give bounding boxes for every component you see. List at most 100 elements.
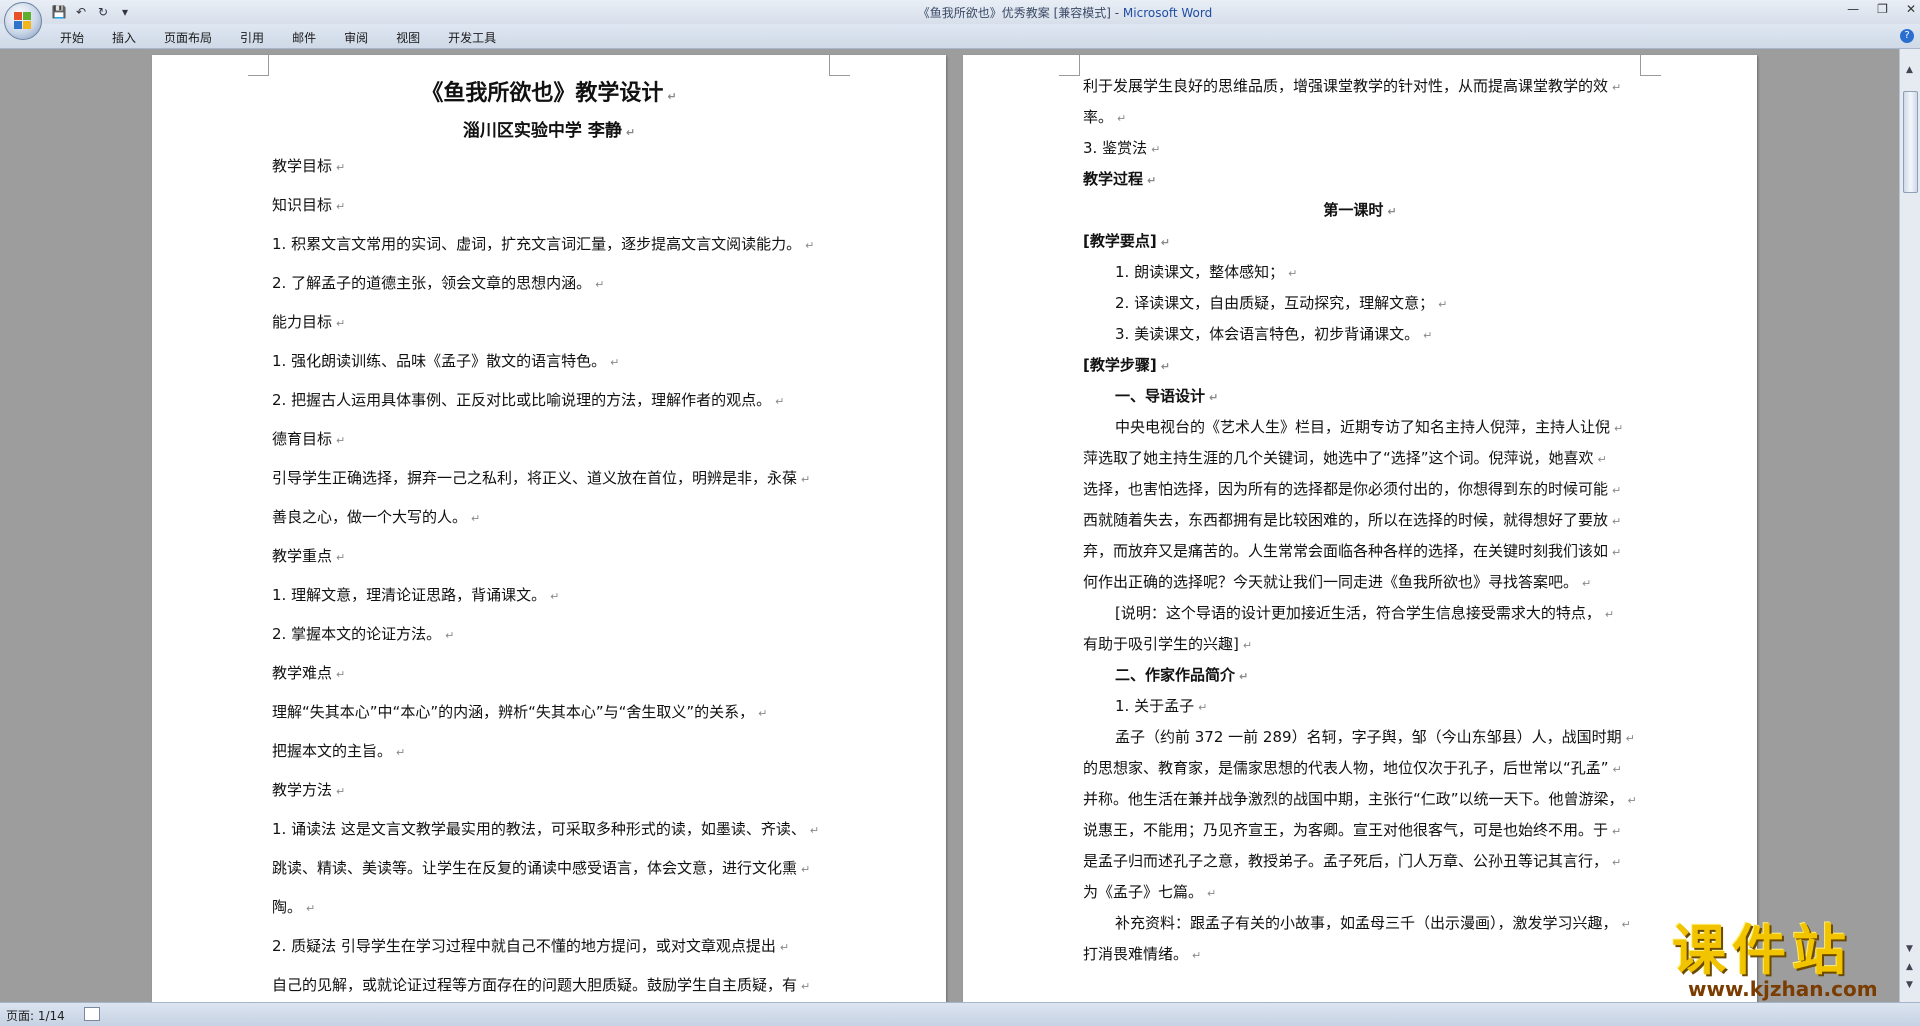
ribbon-tabs: 开始 插入 页面布局 引用 邮件 审阅 视图 开发工具 <box>60 29 524 46</box>
paragraph-line: 一、导语设计 ↵ <box>1115 387 1219 405</box>
paragraph-mark-icon: ↵ <box>1627 794 1637 807</box>
window-controls: — ❐ ✕ <box>1847 2 1916 16</box>
paragraph-mark-icon: ↵ <box>1423 329 1433 342</box>
paragraph-mark-icon: ↵ <box>471 512 481 525</box>
paragraph-mark-icon: ↵ <box>1597 453 1607 466</box>
paragraph-line: 1. 强化朗读训练、品味《孟子》散文的语言特色。 ↵ <box>272 352 620 370</box>
paragraph-line: 何作出正确的选择呢？今天就让我们一同走进《鱼我所欲也》寻找答案吧。 ↵ <box>1083 573 1592 591</box>
paragraph-line: 教学难点 ↵ <box>272 664 346 682</box>
paragraph-mark-icon: ↵ <box>336 317 346 330</box>
paragraph-line: 2. 译读课文，自由质疑，互动探究，理解文意； ↵ <box>1115 294 1448 312</box>
paragraph-line: [教学步骤] ↵ <box>1083 356 1170 374</box>
paragraph-mark-icon: ↵ <box>625 126 636 139</box>
paragraph-line: 《鱼我所欲也》教学设计 ↵ <box>421 81 677 106</box>
crop-mark <box>1640 55 1661 76</box>
paragraph-line: 德育目标 ↵ <box>272 430 346 448</box>
paragraph-line: 率。 ↵ <box>1083 108 1127 126</box>
ribbon-tab[interactable]: 页面布局 <box>164 29 212 46</box>
paragraph-mark-icon: ↵ <box>1582 577 1592 590</box>
document-workspace[interactable]: 《鱼我所欲也》教学设计 ↵ 淄川区实验中学 李静 ↵ 教学目标 ↵ 知识目标 ↵ 1. 积累文言… <box>0 49 1900 1002</box>
proofing-icon[interactable] <box>84 1007 100 1021</box>
paragraph-line: [教学要点] ↵ <box>1083 232 1170 250</box>
paragraph-line: 1. 理解文意，理清论证思路，背诵课文。 ↵ <box>272 586 560 604</box>
crop-mark <box>248 55 269 76</box>
paragraph-line: 淄川区实验中学 李静 ↵ <box>462 121 636 141</box>
paragraph-line: 第一课时 ↵ <box>1323 201 1397 219</box>
ribbon-tab[interactable]: 审阅 <box>344 29 368 46</box>
watermark-text: 课件站 <box>1672 918 1852 982</box>
paragraph-line: 把握本文的主旨。 ↵ <box>272 742 406 760</box>
paragraph-line: 教学重点 ↵ <box>272 547 346 565</box>
paragraph-line: 自己的见解，或就论证过程等方面存在的问题大胆质疑。鼓励学生自主质疑，有 ↵ <box>272 976 811 994</box>
ribbon-tab-row: 开始 插入 页面布局 引用 邮件 审阅 视图 开发工具 ? <box>0 24 1920 49</box>
crop-mark <box>1059 55 1080 76</box>
paragraph-mark-icon: ↵ <box>336 200 346 213</box>
ribbon-tab[interactable]: 插入 <box>112 29 136 46</box>
paragraph-mark-icon: ↵ <box>1209 391 1219 404</box>
scroll-down-icon[interactable]: ▼ <box>1903 944 1916 958</box>
paragraph-line: 弃，而放弃又是痛苦的。人生常常会面临各种各样的选择，在关键时刻我们该如 ↵ <box>1083 542 1622 560</box>
office-logo-icon <box>14 12 32 30</box>
paragraph-line: 3. 鉴赏法 ↵ <box>1083 139 1161 157</box>
watermark-logo: 课件站 www.kjzhan.com <box>1668 922 1900 1002</box>
previous-page-icon[interactable]: ▲ <box>1903 962 1916 976</box>
paragraph-line: 为《孟子》七篇。 ↵ <box>1083 883 1217 901</box>
help-icon[interactable]: ? <box>1900 29 1914 43</box>
paragraph-line: 引导学生正确选择，摒弃一己之私利，将正义、道义放在首位，明辨是非，永葆 ↵ <box>272 469 811 487</box>
paragraph-mark-icon: ↵ <box>1612 763 1622 776</box>
paragraph-line: 有助于吸引学生的兴趣] ↵ <box>1083 635 1253 653</box>
document-page-2[interactable]: 利于发展学生良好的思维品质，增强课堂教学的针对性，从而提高课堂教学的效 ↵ 率。 ↵ 3… <box>963 55 1757 1002</box>
paragraph-mark-icon: ↵ <box>1288 267 1298 280</box>
paragraph-mark-icon: ↵ <box>779 941 790 954</box>
close-icon[interactable]: ✕ <box>1906 2 1916 16</box>
paragraph-mark-icon: ↵ <box>1438 298 1448 311</box>
paragraph-line: 2. 掌握本文的论证方法。 ↵ <box>272 625 455 643</box>
paragraph-mark-icon: ↵ <box>1207 887 1217 900</box>
paragraph-mark-icon: ↵ <box>1160 360 1170 373</box>
paragraph-mark-icon: ↵ <box>1621 918 1631 931</box>
paragraph-mark-icon: ↵ <box>595 278 605 291</box>
paragraph-line: 西就随着失去，东西都拥有是比较困难的，所以在选择的时候，就得想好了要放 ↵ <box>1083 511 1622 529</box>
ribbon-tab[interactable]: 视图 <box>396 29 420 46</box>
app-name: Microsoft Word <box>1122 6 1213 20</box>
office-button[interactable] <box>4 2 42 40</box>
paragraph-mark-icon: ↵ <box>445 629 455 642</box>
scroll-thumb[interactable] <box>1903 91 1918 193</box>
paragraph-mark-icon: ↵ <box>1612 484 1622 497</box>
paragraph-mark-icon: ↵ <box>805 239 815 252</box>
ribbon-tab[interactable]: 开始 <box>60 29 84 46</box>
minimize-icon[interactable]: — <box>1847 2 1859 16</box>
scroll-up-icon[interactable]: ▲ <box>1903 65 1916 79</box>
title-bar: 💾 ↶ ↻ ▾ 《鱼我所欲也》优秀教案 [兼容模式] - Microsoft W… <box>0 0 1920 24</box>
paragraph-mark-icon: ↵ <box>1612 81 1622 94</box>
vertical-scrollbar[interactable]: ▲ ▼ ▲ ▼ <box>1899 49 1920 1002</box>
paragraph-line: 补充资料：跟孟子有关的小故事，如孟母三千（出示漫画），激发学习兴趣， ↵ <box>1115 914 1631 932</box>
paragraph-mark-icon: ↵ <box>1117 112 1127 125</box>
paragraph-line: 孟子（约前 372 一前 289）名轲，字子舆，邹（今山东邹县）人，战国时期 ↵ <box>1115 728 1635 746</box>
paragraph-mark-icon: ↵ <box>801 980 811 993</box>
maximize-icon[interactable]: ❐ <box>1877 2 1888 16</box>
window-title: 《鱼我所欲也》优秀教案 [兼容模式] - Microsoft Word <box>0 4 1920 21</box>
ribbon-tab[interactable]: 邮件 <box>292 29 316 46</box>
paragraph-line: 1. 朗读课文，整体感知； ↵ <box>1115 263 1298 281</box>
paragraph-mark-icon: ↵ <box>758 707 768 720</box>
paragraph-mark-icon: ↵ <box>1160 236 1170 249</box>
paragraph-line: 教学过程 ↵ <box>1083 170 1157 188</box>
paragraph-mark-icon: ↵ <box>1625 732 1635 745</box>
page-count[interactable]: 页面: 1/14 <box>6 1007 65 1024</box>
paragraph-mark-icon: ↵ <box>1198 701 1208 714</box>
paragraph-mark-icon: ↵ <box>1147 174 1157 187</box>
paragraph-mark-icon: ↵ <box>1604 608 1615 621</box>
paragraph-line: 教学方法 ↵ <box>272 781 346 799</box>
paragraph-mark-icon: ↵ <box>1612 515 1622 528</box>
paragraph-line: 1. 关于孟子 ↵ <box>1115 697 1208 715</box>
document-title: 《鱼我所欲也》优秀教案 [兼容模式] - <box>917 6 1123 20</box>
next-page-icon[interactable]: ▼ <box>1903 980 1916 994</box>
paragraph-mark-icon: ↵ <box>306 902 316 915</box>
paragraph-line: 1. 积累文言文常用的实词、虚词，扩充文言词汇量，逐步提高文言文阅读能力。 ↵ <box>272 235 815 253</box>
document-page-1[interactable]: 《鱼我所欲也》教学设计 ↵ 淄川区实验中学 李静 ↵ 教学目标 ↵ 知识目标 ↵ 1. 积累文言… <box>152 55 946 1002</box>
ribbon-tab[interactable]: 引用 <box>240 29 264 46</box>
crop-mark <box>829 55 850 76</box>
ribbon-tab[interactable]: 开发工具 <box>448 29 496 46</box>
paragraph-line: 陶。 ↵ <box>272 898 316 916</box>
